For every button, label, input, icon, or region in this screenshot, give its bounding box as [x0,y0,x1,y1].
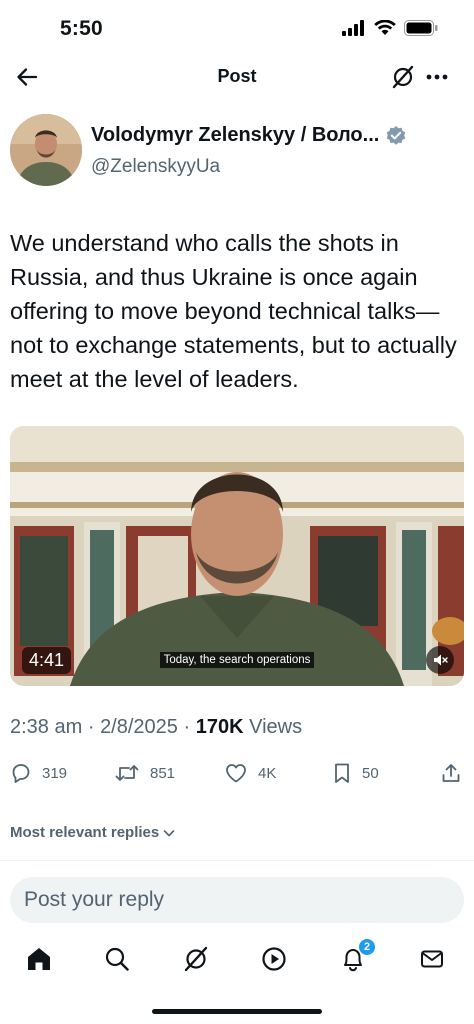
nav-header: Post [0,56,474,98]
mute-button[interactable] [426,646,454,674]
video-caption: Today, the search operations [10,650,464,668]
bookmark-count: 50 [362,764,379,782]
tweet-meta: 2:38 am · 2/8/2025 · 170K Views [10,716,302,739]
views-label: Views [249,716,303,738]
grok-icon [184,946,208,972]
author-handle[interactable]: @ZelenskyyUa [91,156,220,178]
tab-grok[interactable] [181,944,211,974]
video-player[interactable]: 4:41 Today, the search operations [10,426,464,686]
mute-icon [434,654,448,666]
replies-sort-button[interactable]: Most relevant replies [10,824,176,841]
home-icon [28,948,50,970]
more-icon[interactable] [424,64,450,90]
bookmark-icon [335,763,349,783]
tab-messages[interactable] [417,944,447,974]
share-icon [442,764,460,782]
tweet-date: 2/8/2025 [100,716,178,738]
reply-icon [12,764,30,783]
author-name[interactable]: Volodymyr Zelenskyy / Воло... [91,124,379,147]
like-icon [226,764,246,783]
chevron-down-icon [163,829,175,836]
grok-icon[interactable] [390,64,416,90]
status-bar: 5:50 [0,0,474,56]
tab-notifications[interactable]: 2 [338,938,376,974]
reply-input-placeholder: Post your reply [24,888,165,911]
video-caption-text: Today, the search operations [159,652,315,668]
tab-home[interactable] [24,944,54,974]
tweet-time: 2:38 am [10,716,83,738]
video-frame [10,426,464,686]
play-icon [262,947,286,971]
reply-button[interactable]: 319 [10,762,67,784]
divider [0,860,474,861]
views-count: 170K [195,716,244,738]
author-block[interactable]: Volodymyr Zelenskyy / Воло... @Zelenskyy… [10,114,464,188]
wifi-icon [374,20,396,35]
meta-separator: · [183,716,191,738]
status-icons [342,20,438,36]
home-indicator [152,1009,322,1014]
reply-input[interactable]: Post your reply [10,877,464,923]
author-name-row[interactable]: Volodymyr Zelenskyy / Воло... [91,124,407,147]
notifications-badge: 2 [358,938,376,956]
mail-icon [421,950,443,968]
status-time: 5:50 [60,17,103,40]
repost-icon [115,765,139,781]
verified-icon [387,125,406,145]
replies-sort-label: Most relevant replies [10,824,160,841]
repost-count: 851 [150,764,176,782]
tab-search[interactable] [102,944,132,974]
bookmark-button[interactable]: 50 [332,762,379,784]
battery-icon [404,20,438,36]
cellular-signal-icon [342,20,364,36]
tweet-text: We understand who calls the shots in Rus… [10,230,457,392]
like-button[interactable]: 4K [224,762,276,784]
reply-count: 319 [42,764,68,782]
tweet-actions: 319 851 4K 50 [10,762,464,792]
bottom-tab-bar: 2 [0,938,474,980]
like-count: 4K [258,764,277,782]
avatar[interactable] [10,114,82,186]
search-icon [105,947,129,971]
repost-button[interactable]: 851 [114,762,175,784]
meta-separator: · [87,716,95,738]
share-button[interactable] [440,762,462,784]
tab-video[interactable] [259,944,289,974]
